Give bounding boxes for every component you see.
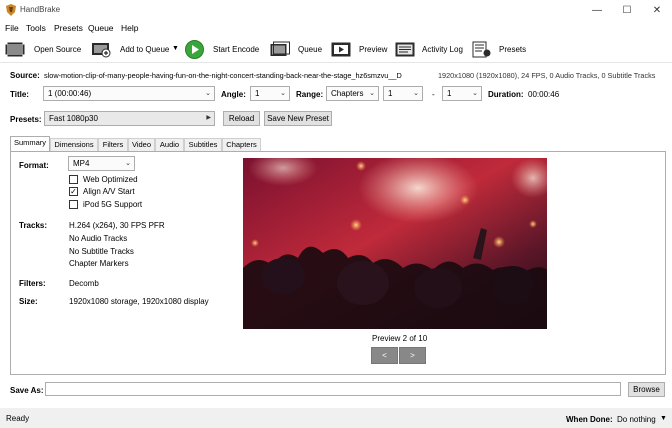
tab-filters[interactable]: Filters — [98, 138, 128, 151]
track-subtitle: No Subtitle Tracks — [69, 247, 134, 256]
handbrake-logo-icon — [6, 4, 16, 16]
chevron-down-icon: ⌄ — [280, 90, 286, 97]
tracks-label: Tracks: — [19, 221, 48, 230]
menu-queue[interactable]: Queue — [88, 23, 114, 33]
queue-button[interactable]: Queue — [298, 45, 322, 54]
when-done-label: When Done: — [566, 415, 613, 424]
source-filename: slow-motion-clip-of-many-people-having-f… — [44, 71, 402, 80]
save-new-preset-button[interactable]: Save New Preset — [264, 111, 332, 126]
previous-preview-button[interactable]: < — [371, 347, 398, 364]
angle-value: 1 — [255, 89, 260, 98]
align-av-start-checkbox[interactable]: ✓ — [69, 187, 78, 196]
range-end-value: 1 — [447, 89, 452, 98]
presets-icon[interactable] — [472, 41, 492, 58]
align-av-start-label[interactable]: Align A/V Start — [83, 187, 135, 196]
menu-presets[interactable]: Presets — [54, 23, 83, 33]
when-done-dropdown[interactable]: Do nothing — [617, 415, 656, 424]
tab-audio[interactable]: Audio — [155, 138, 184, 151]
menu-file[interactable]: File — [5, 23, 19, 33]
range-type-dropdown[interactable]: Chapters ⌄ — [326, 86, 379, 101]
title-dropdown[interactable]: 1 (00:00:46) ⌄ — [43, 86, 215, 101]
maximize-button[interactable]: ☐ — [612, 0, 642, 20]
status-text: Ready — [6, 414, 30, 423]
source-label: Source: — [10, 71, 40, 80]
open-source-icon[interactable] — [5, 41, 25, 58]
tab-subtitles[interactable]: Subtitles — [184, 138, 222, 151]
title-value: 1 (00:00:46) — [48, 89, 92, 98]
preview-caption: Preview 2 of 10 — [372, 334, 428, 343]
minimize-button[interactable]: — — [582, 0, 612, 20]
range-dash: - — [432, 90, 435, 99]
tab-summary[interactable]: Summary — [10, 136, 50, 152]
preview-image — [243, 158, 547, 329]
web-optimized-label[interactable]: Web Optimized — [83, 175, 138, 184]
duration-value: 00:00:46 — [528, 90, 560, 99]
chevron-right-icon: ▶ — [206, 115, 211, 121]
range-end-dropdown[interactable]: 1 ⌄ — [442, 86, 482, 101]
add-to-queue-button[interactable]: Add to Queue — [120, 45, 169, 54]
chevron-down-icon: ⌄ — [472, 90, 478, 97]
chevron-down-icon: ⌄ — [125, 160, 131, 167]
duration-label: Duration: — [488, 90, 524, 99]
preset-selector[interactable]: Fast 1080p30 ▶ — [44, 111, 215, 126]
ipod-5g-support-label[interactable]: iPod 5G Support — [83, 200, 142, 209]
title-bar: HandBrake — ☐ ✕ — [0, 0, 672, 20]
chevron-down-icon: ⌄ — [413, 90, 419, 97]
filters-label: Filters: — [19, 279, 46, 288]
play-icon[interactable] — [185, 40, 204, 59]
preview-icon[interactable] — [331, 41, 351, 58]
preview-button[interactable]: Preview — [359, 45, 387, 54]
angle-label: Angle: — [221, 90, 246, 99]
chevron-down-icon: ⌄ — [369, 90, 375, 97]
size-value: 1920x1080 storage, 1920x1080 display — [69, 297, 209, 306]
presets-button[interactable]: Presets — [499, 45, 526, 54]
web-optimized-checkbox[interactable] — [69, 175, 78, 184]
title-label: Title: — [10, 90, 29, 99]
next-preview-button[interactable]: > — [399, 347, 426, 364]
tab-video[interactable]: Video — [128, 138, 155, 151]
format-dropdown[interactable]: MP4 ⌄ — [68, 156, 135, 171]
chevron-down-icon[interactable]: ▼ — [660, 415, 667, 422]
track-audio: No Audio Tracks — [69, 234, 128, 243]
range-start-value: 1 — [388, 89, 393, 98]
preset-value: Fast 1080p30 — [49, 114, 98, 123]
save-as-label: Save As: — [10, 386, 44, 395]
save-as-input[interactable] — [45, 382, 621, 396]
tab-dimensions[interactable]: Dimensions — [50, 138, 98, 151]
start-encode-button[interactable]: Start Encode — [213, 45, 259, 54]
track-chapters: Chapter Markers — [69, 259, 129, 268]
filters-value: Decomb — [69, 279, 99, 288]
chevron-down-icon[interactable]: ▼ — [172, 45, 179, 52]
window-title: HandBrake — [20, 5, 61, 14]
ipod-5g-support-checkbox[interactable] — [69, 200, 78, 209]
range-start-dropdown[interactable]: 1 ⌄ — [383, 86, 423, 101]
add-to-queue-icon[interactable] — [91, 41, 111, 58]
close-button[interactable]: ✕ — [642, 0, 672, 20]
queue-icon[interactable] — [270, 41, 290, 58]
source-info: 1920x1080 (1920x1080), 24 FPS, 0 Audio T… — [438, 71, 656, 80]
range-label: Range: — [296, 90, 324, 99]
format-value: MP4 — [73, 159, 90, 168]
activity-log-icon[interactable] — [395, 41, 415, 58]
track-video: H.264 (x264), 30 FPS PFR — [69, 221, 165, 230]
menu-help[interactable]: Help — [121, 23, 138, 33]
tab-chapters[interactable]: Chapters — [222, 138, 261, 151]
format-label: Format: — [19, 161, 49, 170]
browse-button[interactable]: Browse — [628, 382, 665, 397]
chevron-down-icon: ⌄ — [205, 90, 211, 97]
range-type-value: Chapters — [331, 89, 364, 98]
reload-button[interactable]: Reload — [223, 111, 260, 126]
size-label: Size: — [19, 297, 38, 306]
presets-label: Presets: — [10, 115, 42, 124]
angle-dropdown[interactable]: 1 ⌄ — [250, 86, 290, 101]
menu-tools[interactable]: Tools — [26, 23, 46, 33]
open-source-button[interactable]: Open Source — [34, 45, 81, 54]
activity-log-button[interactable]: Activity Log — [422, 45, 463, 54]
